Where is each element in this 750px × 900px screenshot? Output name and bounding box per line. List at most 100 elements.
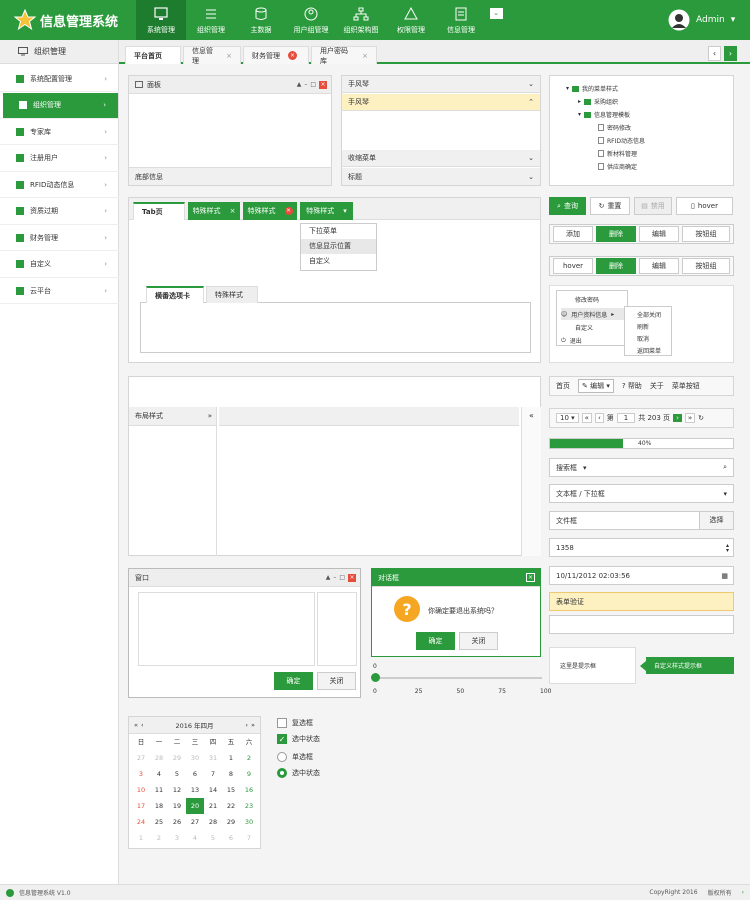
close-icon[interactable]: × <box>226 52 232 60</box>
tab-info[interactable]: 信息管理 × <box>183 46 241 65</box>
calendar-day[interactable]: 7 <box>240 830 258 846</box>
slider-handle[interactable] <box>371 673 380 682</box>
sidebar-item-4[interactable]: RFID动态信息 › <box>0 172 119 198</box>
first-page-icon[interactable]: « <box>581 413 592 423</box>
sidebar-item-8[interactable]: 云平台 › <box>0 278 119 304</box>
ok-button[interactable]: 确定 <box>416 632 455 650</box>
tree-leaf[interactable]: 密码修改 <box>598 123 631 132</box>
menu-item[interactable]: 修改密码 <box>575 295 599 304</box>
user-menu[interactable]: Admin ▾ <box>668 9 735 31</box>
group-button[interactable]: 按钮组 <box>682 258 730 274</box>
nav-item-5[interactable]: 权限管理 <box>386 0 436 40</box>
checkbox-box[interactable]: ✓ <box>277 734 287 744</box>
checkbox[interactable]: 复选框 <box>277 718 313 728</box>
calendar-day[interactable]: 14 <box>204 782 222 798</box>
radio-circle[interactable] <box>277 752 287 762</box>
collapse-icon[interactable]: » <box>208 412 212 420</box>
file-box[interactable]: 文件框 选择 <box>549 511 734 530</box>
chevron-right-icon[interactable]: › <box>742 889 744 896</box>
collapse-icon[interactable]: ▲ <box>297 81 302 88</box>
search-button[interactable]: ⌕ 查询 <box>549 197 586 215</box>
minimize-icon[interactable]: – <box>304 81 307 88</box>
calendar-day[interactable]: 12 <box>168 782 186 798</box>
close-icon[interactable]: × <box>284 207 293 215</box>
nav-more-button[interactable]: ⌄ <box>486 0 506 40</box>
tree-leaf[interactable]: 供应商确定 <box>598 162 637 171</box>
calendar-day[interactable]: 1 <box>132 830 150 846</box>
calendar-day[interactable]: 30 <box>186 750 204 766</box>
sidebar-item-0[interactable]: 系统配置管理 › <box>0 66 119 92</box>
prev-year-icon[interactable]: « <box>134 721 138 729</box>
calendar-day[interactable]: 1 <box>222 750 240 766</box>
nav-item-6[interactable]: 信息管理 <box>436 0 486 40</box>
calendar-day[interactable]: 10 <box>132 782 150 798</box>
calendar-day[interactable]: 9 <box>240 766 258 782</box>
sidebar-header[interactable]: 组织管理 <box>0 40 118 64</box>
calendar-day[interactable]: 27 <box>186 814 204 830</box>
disabled-button[interactable]: ▤ 禁用 <box>634 197 672 215</box>
close-icon[interactable]: × <box>362 52 368 60</box>
refresh-icon[interactable]: ↻ <box>698 414 704 422</box>
number-spinner[interactable]: 1358 ▴ ▾ <box>549 538 734 557</box>
calendar-day[interactable]: 11 <box>150 782 168 798</box>
validate-box[interactable]: 表单验证 <box>549 592 734 611</box>
calendar-icon[interactable]: ▦ <box>721 572 728 580</box>
toolbar-help[interactable]: ? 帮助 <box>622 381 642 391</box>
nav-item-0[interactable]: 系统管理 <box>136 0 186 40</box>
nav-item-1[interactable]: 组织管理 <box>186 0 236 40</box>
calendar-day[interactable]: 21 <box>204 798 222 814</box>
radio[interactable]: 单选框 <box>277 752 313 762</box>
nav-item-2[interactable]: 主数据 <box>236 0 286 40</box>
calendar-day[interactable]: 4 <box>186 830 204 846</box>
calendar-day[interactable]: 2 <box>150 830 168 846</box>
tree-leaf[interactable]: RFID动态信息 <box>598 136 645 145</box>
calendar-day[interactable]: 30 <box>240 814 258 830</box>
calendar-day[interactable]: 4 <box>150 766 168 782</box>
edit-button[interactable]: 编辑 <box>639 258 679 274</box>
accordion-item-selected[interactable]: 手风琴 ⌃ <box>342 94 540 111</box>
next-month-icon[interactable]: › <box>245 721 248 729</box>
sidebar-item-1[interactable]: 组织管理 › <box>3 92 118 119</box>
menu-item[interactable]: 信息显示位置 <box>301 239 376 254</box>
menu-item[interactable]: ☺ 用户资料信息 ▸ <box>561 308 625 320</box>
calendar-day[interactable]: 5 <box>168 766 186 782</box>
calendar-day[interactable]: 8 <box>222 766 240 782</box>
menu-item[interactable]: 自定义 <box>301 254 376 269</box>
tab-page[interactable]: Tab页 <box>133 202 185 220</box>
maximize-icon[interactable]: □ <box>310 81 316 88</box>
calendar-day[interactable]: 15 <box>222 782 240 798</box>
calendar-day[interactable]: 31 <box>204 750 222 766</box>
tab-password[interactable]: 用户密码库 × <box>311 46 377 65</box>
calendar-title[interactable]: 2016 年四月 <box>175 720 213 730</box>
delete-button[interactable]: 删除 <box>596 258 636 274</box>
layout-east[interactable]: « <box>521 407 541 556</box>
toolbar-home[interactable]: 首页 <box>556 381 570 391</box>
tab-special-3[interactable]: 特殊样式 ▾ <box>300 202 353 220</box>
toolbar-edit[interactable]: ✎ 编辑 ▾ <box>578 379 614 393</box>
search-icon[interactable]: ⌕ <box>723 463 727 472</box>
calendar-day[interactable]: 5 <box>204 830 222 846</box>
calendar-day[interactable]: 28 <box>150 750 168 766</box>
expand-icon[interactable]: « <box>529 411 534 420</box>
close-button[interactable]: 关闭 <box>459 632 498 650</box>
spinner-icon[interactable]: ▴ ▾ <box>726 542 729 553</box>
checkbox-checked[interactable]: ✓ 选中状态 <box>277 734 320 744</box>
add-button[interactable]: 添加 <box>553 226 593 242</box>
calendar-day[interactable]: 18 <box>150 798 168 814</box>
tab-home[interactable]: 平台首页 <box>125 46 181 64</box>
calendar-day[interactable]: 27 <box>132 750 150 766</box>
menu-item[interactable]: 取消 <box>637 334 649 343</box>
nav-item-4[interactable]: 组织架构图 <box>336 0 386 40</box>
next-year-icon[interactable]: » <box>251 721 255 729</box>
menu-item[interactable]: 自定义 <box>575 323 593 332</box>
text-input[interactable] <box>549 615 734 634</box>
menu-item[interactable]: 全部关闭 <box>637 310 661 319</box>
edit-button[interactable]: 编辑 <box>639 226 679 242</box>
search-box[interactable]: 搜索框 ▾ ⌕ <box>549 458 734 477</box>
calendar-day[interactable]: 20 <box>186 798 204 814</box>
calendar-day[interactable]: 24 <box>132 814 150 830</box>
checkbox-box[interactable] <box>277 718 287 728</box>
calendar-day[interactable]: 13 <box>186 782 204 798</box>
calendar-day[interactable]: 26 <box>168 814 186 830</box>
close-icon[interactable]: × <box>319 80 327 89</box>
